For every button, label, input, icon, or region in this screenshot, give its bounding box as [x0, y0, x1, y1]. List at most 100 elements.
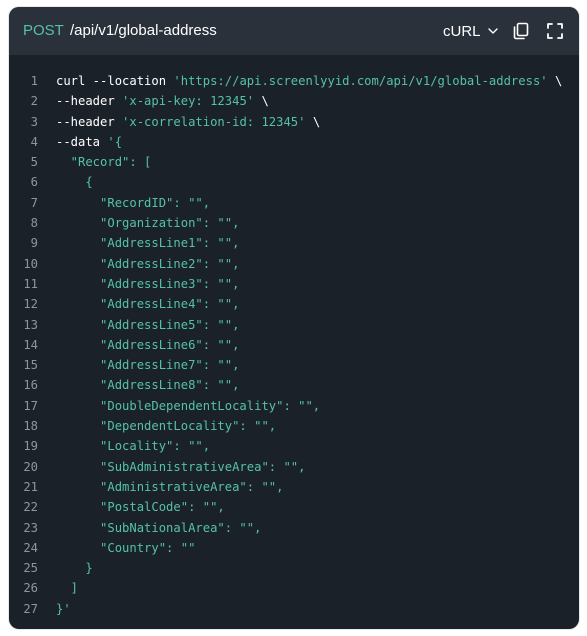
code-line: 8 "Organization": "", — [9, 213, 579, 233]
line-number: 8 — [30, 216, 38, 231]
code-string-token: "AdministrativeArea": "", — [56, 479, 284, 494]
code-text: "Locality": "", — [56, 436, 210, 456]
code-string-token: "Locality": "", — [56, 439, 211, 454]
line-number: 14 — [23, 337, 38, 352]
code-text: }' — [56, 599, 71, 619]
code-string-token: "AddressLine1": "", — [56, 236, 240, 251]
code-line: 15 "AddressLine7": "", — [9, 355, 579, 375]
line-number: 27 — [23, 601, 38, 616]
code-text: --header 'x-api-key: 12345' \ — [56, 91, 269, 111]
code-string-token: "RecordID": "", — [56, 195, 211, 210]
code-string-token: "PostalCode": "", — [56, 500, 225, 515]
code-token: \ — [305, 114, 321, 129]
code-text: "PostalCode": "", — [56, 497, 225, 517]
code-string-token: "DoubleDependentLocality": "", — [56, 398, 321, 413]
code-string-token: "AddressLine5": "", — [56, 317, 240, 332]
code-string-token: "AddressLine4": "", — [56, 297, 240, 312]
language-selector[interactable]: cURL — [443, 19, 499, 43]
code-block[interactable]: 1 curl --location 'https://api.screenlyyi… — [9, 71, 579, 619]
line-number: 3 — [30, 114, 38, 129]
code-text: "AddressLine5": "", — [56, 315, 239, 335]
code-string-token: 'x-correlation-id: 12345' — [122, 114, 306, 129]
line-number: 23 — [23, 520, 38, 535]
line-number: 22 — [23, 500, 38, 515]
code-text: "AddressLine2": "", — [56, 254, 239, 274]
line-number: 20 — [23, 459, 38, 474]
code-text: "AddressLine4": "", — [56, 294, 239, 314]
fullscreen-icon[interactable] — [545, 21, 565, 41]
line-number: 16 — [23, 378, 38, 393]
code-line: 3 --header 'x-correlation-id: 12345' \ — [9, 112, 579, 132]
code-string-token: "SubAdministrativeArea": "", — [56, 459, 306, 474]
line-number: 25 — [23, 561, 38, 576]
code-text: "AdministrativeArea": "", — [56, 477, 283, 497]
code-text: --data '{ — [56, 132, 122, 152]
code-text: "DoubleDependentLocality": "", — [56, 396, 320, 416]
code-string-token: { — [56, 175, 93, 190]
code-text: ] — [56, 578, 78, 598]
code-string-token: "AddressLine8": "", — [56, 378, 240, 393]
code-line: 7 "RecordID": "", — [9, 193, 579, 213]
line-number: 11 — [23, 276, 38, 291]
code-string-token: 'https://api.screenlyyid.com/api/v1/glob… — [173, 74, 548, 88]
code-line: 14 "AddressLine6": "", — [9, 335, 579, 355]
code-string-token: } — [56, 561, 93, 576]
code-token: --header — [56, 94, 123, 109]
code-line: 24 "Country": "" — [9, 538, 579, 558]
code-line: 25 } — [9, 558, 579, 578]
code-token: curl --location — [56, 74, 174, 88]
code-text: { — [56, 172, 93, 192]
code-string-token: "AddressLine2": "", — [56, 256, 240, 271]
code-text: "AddressLine8": "", — [56, 375, 239, 395]
code-string-token: }' — [56, 601, 71, 616]
code-token: --header — [56, 114, 123, 129]
line-number: 4 — [30, 134, 38, 149]
code-string-token: "SubNationalArea": "", — [56, 520, 262, 535]
code-line: 4 --data '{ — [9, 132, 579, 152]
code-text: } — [56, 558, 93, 578]
code-text: "SubNationalArea": "", — [56, 518, 261, 538]
code-line: 20 "SubAdministrativeArea": "", — [9, 457, 579, 477]
line-number: 19 — [23, 439, 38, 454]
code-line: 18 "DependentLocality": "", — [9, 416, 579, 436]
code-text: "RecordID": "", — [56, 193, 210, 213]
code-line: 6 { — [9, 172, 579, 192]
code-text: "AddressLine1": "", — [56, 233, 239, 253]
code-line: 27 }' — [9, 599, 579, 619]
code-line: 9 "AddressLine1": "", — [9, 233, 579, 253]
code-text: "Country": "" — [56, 538, 195, 558]
copy-icon[interactable] — [511, 21, 531, 41]
code-line: 23 "SubNationalArea": "", — [9, 518, 579, 538]
code-token: \ — [254, 94, 269, 109]
line-number: 18 — [23, 419, 38, 434]
code-string-token: "Country": "" — [56, 540, 196, 555]
code-sample-panel: POST /api/v1/global-address cURL 1 curl -… — [9, 7, 579, 629]
code-text: "SubAdministrativeArea": "", — [56, 457, 305, 477]
code-text: "Record": [ — [56, 152, 152, 172]
line-number: 2 — [30, 94, 38, 109]
code-line: 1 curl --location 'https://api.screenlyyi… — [9, 71, 579, 91]
language-selector-label: cURL — [443, 22, 481, 40]
code-line: 10 "AddressLine2": "", — [9, 254, 579, 274]
code-string-token: "AddressLine7": "", — [56, 358, 240, 373]
line-number: 24 — [23, 540, 38, 555]
code-string-token: "AddressLine6": "", — [56, 337, 240, 352]
code-line: 16 "AddressLine8": "", — [9, 375, 579, 395]
code-text: curl --location 'https://api.screenlyyid… — [56, 71, 562, 91]
code-line: 11 "AddressLine3": "", — [9, 274, 579, 294]
code-string-token: "Record": [ — [56, 155, 152, 170]
code-string-token: "AddressLine3": "", — [56, 276, 240, 291]
line-number: 7 — [30, 195, 38, 210]
code-token: \ — [547, 74, 563, 88]
line-number: 10 — [23, 256, 38, 271]
http-method-label: POST — [23, 22, 64, 39]
chevron-down-icon — [487, 28, 498, 34]
code-line: 19 "Locality": "", — [9, 436, 579, 456]
line-number: 6 — [30, 175, 38, 190]
line-number: 17 — [23, 398, 38, 413]
code-line: 26 ] — [9, 578, 579, 598]
code-string-token: 'x-api-key: 12345' — [122, 94, 255, 109]
code-line: 12 "AddressLine4": "", — [9, 294, 579, 314]
code-text: "AddressLine6": "", — [56, 335, 239, 355]
code-text: "AddressLine3": "", — [56, 274, 239, 294]
